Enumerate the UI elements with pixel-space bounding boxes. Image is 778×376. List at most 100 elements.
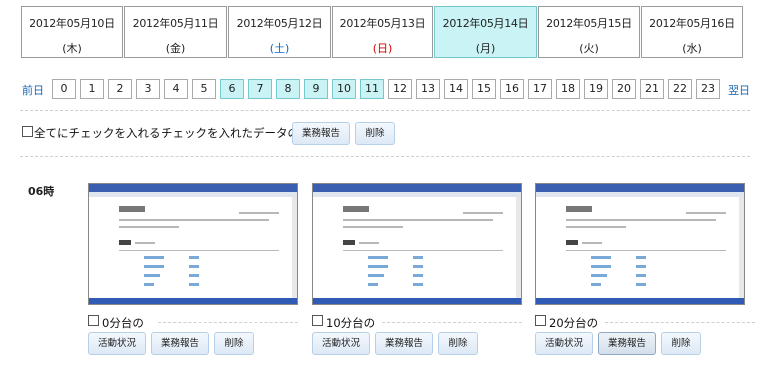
thumb-line (135, 242, 155, 244)
thumb-link (636, 265, 646, 268)
hour-button-10[interactable]: 10 (332, 79, 356, 99)
activity-status-button[interactable]: 活動状況 (312, 332, 370, 355)
divider (20, 156, 750, 157)
screen-capture-thumbnail[interactable] (535, 183, 745, 305)
check-all-label: 全てにチェックを入れる (34, 126, 161, 140)
hour-button-18[interactable]: 18 (556, 79, 580, 99)
capture-checkbox[interactable] (312, 315, 323, 326)
capture-checkbox[interactable] (88, 315, 99, 326)
hour-button-13[interactable]: 13 (416, 79, 440, 99)
hour-button-11[interactable]: 11 (360, 79, 384, 99)
thumb-line (239, 212, 279, 214)
date-tab[interactable]: 2012年05月16日 (水) (641, 6, 743, 58)
hour-label: 06時 (28, 185, 55, 198)
hour-button-2[interactable]: 2 (108, 79, 132, 99)
thumb-link (413, 256, 423, 259)
hour-button-20[interactable]: 20 (612, 79, 636, 99)
thumb-link (144, 283, 154, 286)
divider (158, 322, 298, 323)
report-button[interactable]: 業務報告 (151, 332, 209, 355)
date-tab[interactable]: 2012年05月15日 (火) (538, 6, 640, 58)
thumb-logo (343, 206, 369, 212)
date-tab[interactable]: 2012年05月10日 (木) (21, 6, 123, 58)
weekday-text: (金) (165, 42, 186, 55)
thumb-link (591, 283, 601, 286)
hour-button-15[interactable]: 15 (472, 79, 496, 99)
hour-button-0[interactable]: 0 (52, 79, 76, 99)
hour-button-6[interactable]: 6 (220, 79, 244, 99)
thumb-line (119, 226, 179, 228)
thumb-taskbar (89, 298, 297, 304)
hour-button-8[interactable]: 8 (276, 79, 300, 99)
weekday-text: (木) (62, 42, 82, 55)
hour-button-16[interactable]: 16 (500, 79, 524, 99)
thumb-titlebar (536, 184, 744, 192)
date-text: 2012年05月10日 (29, 17, 115, 30)
date-text: 2012年05月15日 (546, 17, 632, 30)
hour-button-23[interactable]: 23 (696, 79, 720, 99)
date-tab[interactable]: 2012年05月13日 (日) (332, 6, 433, 58)
hour-button-1[interactable]: 1 (80, 79, 104, 99)
report-button[interactable]: 業務報告 (598, 332, 656, 355)
capture-label: 10分台の (326, 316, 376, 330)
report-button[interactable]: 業務報告 (375, 332, 433, 355)
hour-button-7[interactable]: 7 (248, 79, 272, 99)
delete-button[interactable]: 削除 (438, 332, 478, 355)
screen-capture-thumbnail[interactable] (88, 183, 298, 305)
capture-checkbox[interactable] (535, 315, 546, 326)
thumb-toolbar (313, 192, 521, 197)
thumb-link (591, 256, 611, 259)
thumb-line (343, 219, 493, 221)
thumb-line (119, 219, 269, 221)
bulk-report-button[interactable]: 業務報告 (292, 122, 350, 145)
thumb-logo (119, 206, 145, 212)
thumb-scrollbar (739, 197, 744, 298)
bulk-delete-button[interactable]: 削除 (355, 122, 395, 145)
date-tab[interactable]: 2012年05月12日 (土) (228, 6, 331, 58)
check-all-checkbox[interactable] (22, 126, 33, 137)
thumb-link (413, 283, 423, 286)
checked-data-label: チェックを入れたデータの (161, 126, 299, 140)
thumb-line (343, 250, 503, 251)
thumb-scrollbar (292, 197, 297, 298)
hour-button-22[interactable]: 22 (668, 79, 692, 99)
thumb-line (343, 226, 403, 228)
next-day-link[interactable]: 翌日 (728, 82, 750, 98)
thumb-taskbar (313, 298, 521, 304)
hour-button-21[interactable]: 21 (640, 79, 664, 99)
date-text: 2012年05月13日 (339, 17, 426, 30)
prev-day-link[interactable]: 前日 (22, 82, 44, 98)
date-tab[interactable]: 2012年05月11日 (金) (124, 6, 227, 58)
thumb-link (144, 265, 164, 268)
hour-button-5[interactable]: 5 (192, 79, 216, 99)
thumb-link (368, 274, 384, 277)
date-text: 2012年05月14日 (442, 17, 529, 30)
hour-button-12[interactable]: 12 (388, 79, 412, 99)
weekday-text: (土) (269, 42, 290, 55)
hour-button-3[interactable]: 3 (136, 79, 160, 99)
activity-status-button[interactable]: 活動状況 (88, 332, 146, 355)
hour-button-19[interactable]: 19 (584, 79, 608, 99)
screen-capture-thumbnail[interactable] (312, 183, 522, 305)
hour-button-14[interactable]: 14 (444, 79, 468, 99)
divider (382, 322, 522, 323)
thumb-link (189, 265, 199, 268)
delete-button[interactable]: 削除 (214, 332, 254, 355)
delete-button[interactable]: 削除 (661, 332, 701, 355)
hour-button-17[interactable]: 17 (528, 79, 552, 99)
thumb-link (368, 256, 388, 259)
date-tab-selected[interactable]: 2012年05月14日 (月) (434, 6, 537, 58)
weekday-text: (月) (475, 42, 496, 55)
activity-status-button[interactable]: 活動状況 (535, 332, 593, 355)
thumb-link (368, 265, 388, 268)
thumb-link (591, 274, 607, 277)
thumb-link (591, 265, 611, 268)
thumb-link (189, 256, 199, 259)
thumb-titlebar (89, 184, 297, 192)
thumb-line (566, 226, 626, 228)
thumb-line (686, 212, 726, 214)
thumb-link (413, 265, 423, 268)
hour-button-9[interactable]: 9 (304, 79, 328, 99)
hour-button-4[interactable]: 4 (164, 79, 188, 99)
date-text: 2012年05月16日 (649, 17, 735, 30)
